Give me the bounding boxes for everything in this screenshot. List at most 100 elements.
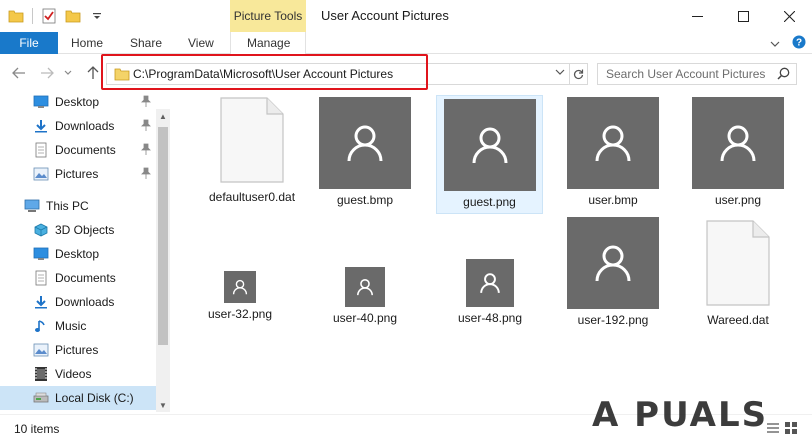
window-controls [674,0,812,32]
document-file-icon [220,97,284,186]
sidebar-item-label: Documents [55,143,116,157]
user-avatar-icon [692,97,784,189]
address-bar[interactable]: C:\ProgramData\Microsoft\User Account Pi… [106,63,570,85]
file-view: defaultuser0.dat guest.bmp guest.png use… [170,91,812,414]
tab-home[interactable]: Home [71,36,103,50]
sidebar-item-pictures[interactable]: Pictures [0,338,156,362]
chevron-down-icon [555,69,565,75]
search-box[interactable] [597,63,797,85]
pin-icon [141,167,151,182]
arrow-left-icon [12,67,25,79]
file-name: user-48.png [457,311,523,325]
close-button[interactable] [766,0,812,32]
help-icon[interactable]: ? [792,35,806,52]
file-item[interactable]: user-48.png [448,259,532,325]
new-folder-icon[interactable] [63,6,83,26]
navigation-pane: Desktop Downloads Documents Pictures Thi… [0,91,170,414]
sidebar-item-local-disk[interactable]: Local Disk (C:) [0,386,156,410]
sidebar-item-documents-quick[interactable]: Documents [0,138,156,162]
desktop-icon [33,246,49,262]
file-item[interactable]: guest.png [436,95,543,214]
file-item[interactable]: user.png [688,97,788,207]
file-item[interactable]: user-32.png [200,271,280,321]
user-avatar-icon [319,97,411,189]
sidebar-item-desktop[interactable]: Desktop [0,242,156,266]
file-item[interactable]: user-40.png [323,267,407,325]
sidebar-item-this-pc[interactable]: This PC [0,194,156,218]
pictures-icon [33,166,49,182]
file-name: user-192.png [577,313,649,327]
maximize-button[interactable] [720,0,766,32]
3d-objects-icon [33,222,49,238]
window-title: User Account Pictures [321,8,449,23]
user-avatar-icon [567,97,659,189]
user-avatar-icon [567,217,659,309]
sidebar-item-downloads[interactable]: Downloads [0,290,156,314]
search-icon[interactable] [777,67,790,83]
back-button[interactable] [10,64,28,82]
address-dropdown-button[interactable] [555,67,565,80]
search-input[interactable] [606,67,766,81]
downloads-icon [33,294,49,310]
file-item[interactable]: guest.bmp [315,97,415,207]
documents-icon [33,142,49,158]
refresh-button[interactable] [570,63,588,85]
file-item[interactable]: user-192.png [563,217,663,327]
properties-icon[interactable] [39,6,59,26]
scroll-down-icon[interactable]: ▼ [156,398,170,412]
large-icons-view-icon[interactable] [784,421,798,438]
sidebar-item-pictures-quick[interactable]: Pictures [0,162,156,186]
address-path[interactable]: C:\ProgramData\Microsoft\User Account Pi… [133,67,393,81]
sidebar-scrollbar[interactable]: ▲ ▼ [156,109,170,412]
file-item[interactable]: defaultuser0.dat [196,97,308,204]
sidebar-item-label: 3D Objects [55,223,115,237]
svg-text:?: ? [796,38,802,49]
file-name: user.bmp [588,193,638,207]
sidebar-item-label: Music [55,319,87,333]
file-item[interactable]: user.bmp [563,97,663,207]
ribbon-tabs: File Home Share View Manage ? [0,32,812,54]
tab-share[interactable]: Share [130,36,162,50]
desktop-icon [33,94,49,110]
file-name: guest.bmp [336,193,394,207]
file-item[interactable]: Wareed.dat [698,220,778,327]
sidebar-item-label: Desktop [55,95,100,109]
arrow-right-icon [41,67,54,79]
quick-access-toolbar [6,6,107,26]
this-pc-icon [24,198,40,214]
sidebar-item-downloads-quick[interactable]: Downloads [0,114,156,138]
sidebar-item-videos[interactable]: Videos [0,362,156,386]
sidebar-item-label: Local Disk (C:) [55,391,134,405]
close-icon [783,10,795,22]
appuals-watermark: A PUALS [592,395,769,435]
sidebar-item-3d-objects[interactable]: 3D Objects [0,218,156,242]
expand-ribbon-icon[interactable] [770,37,780,51]
tab-view[interactable]: View [188,36,214,50]
sidebar-item-documents[interactable]: Documents [0,266,156,290]
minimize-button[interactable] [674,0,720,32]
sidebar-item-label: Videos [55,367,92,381]
tab-manage[interactable]: Manage [247,36,290,50]
pin-icon [141,95,151,110]
picture-tools-tab-group: Picture Tools [230,0,306,32]
arrow-up-icon [87,66,99,79]
scroll-up-icon[interactable]: ▲ [156,109,170,123]
folder-icon [114,67,130,84]
tab-file[interactable]: File [0,32,58,54]
forward-button[interactable] [38,64,56,82]
title-bar: Picture Tools User Account Pictures [0,0,812,32]
sidebar-item-desktop-quick[interactable]: Desktop [0,90,156,114]
user-avatar-icon [224,271,256,303]
toolbar-divider [32,8,33,24]
sidebar-item-music[interactable]: Music [0,314,156,338]
recent-locations-button[interactable] [62,64,74,82]
item-count: 10 items [14,422,60,436]
customize-toolbar-icon[interactable] [87,6,107,26]
sidebar-item-label: Downloads [55,295,115,309]
navigation-bar: C:\ProgramData\Microsoft\User Account Pi… [0,55,812,91]
up-button[interactable] [84,64,102,82]
pictures-icon [33,342,49,358]
folder-icon[interactable] [6,6,26,26]
file-name: guest.png [463,195,516,209]
scroll-thumb[interactable] [158,127,168,345]
